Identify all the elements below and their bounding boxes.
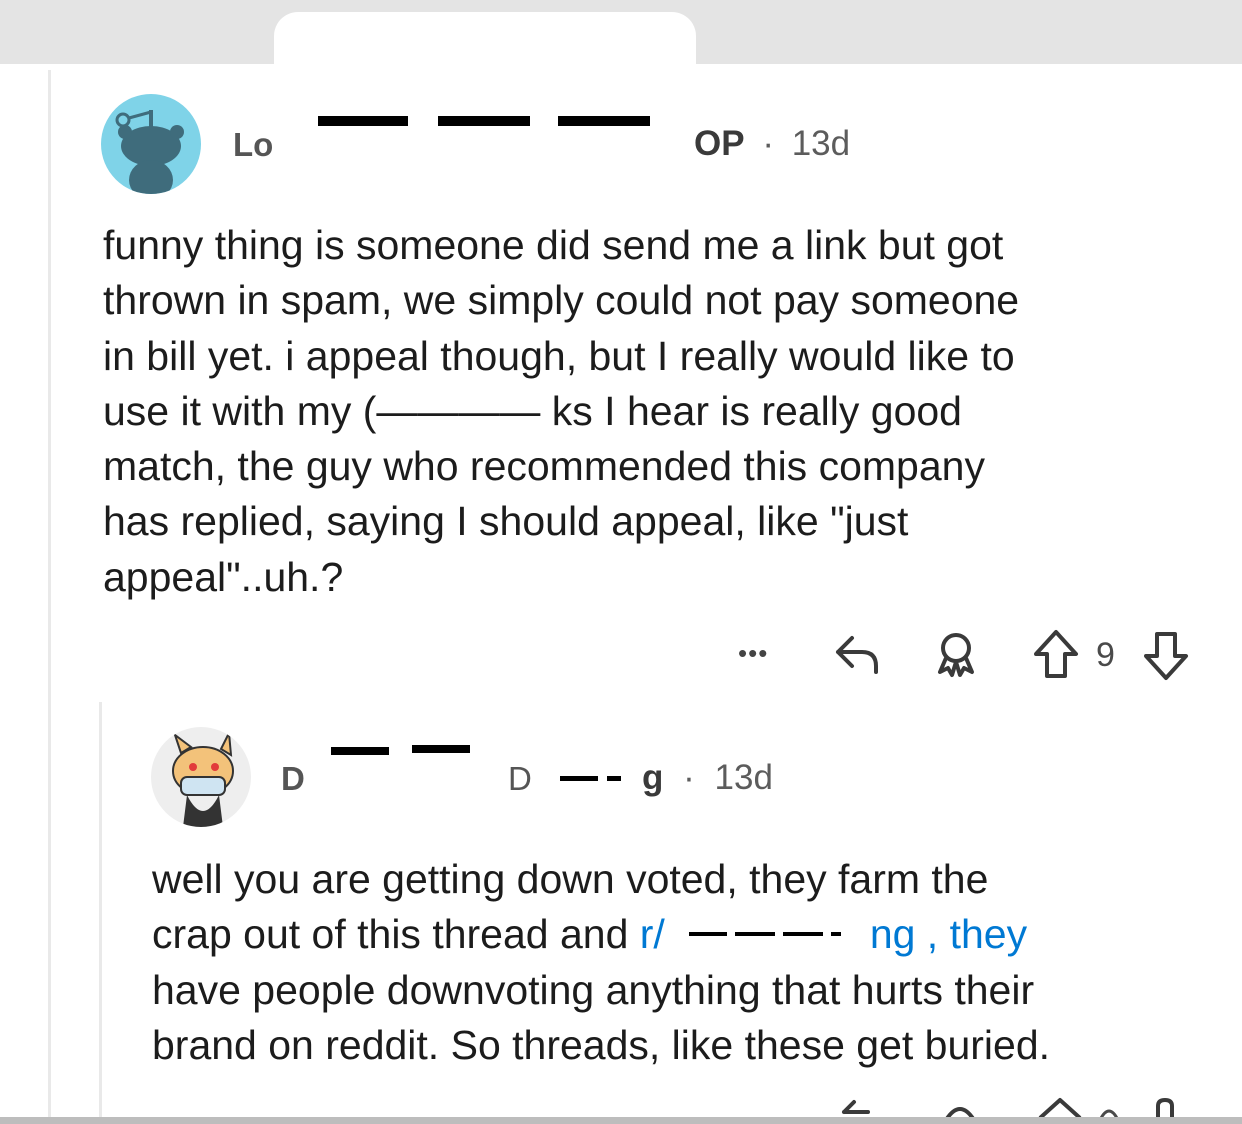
redaction-mark (558, 116, 650, 126)
body-line: match, the guy who recommended this comp… (103, 443, 985, 490)
redaction-mark (318, 116, 408, 126)
body-line: has replied, saying I should appeal, lik… (103, 498, 909, 545)
comment1-body: funny thing is someone did send me a lin… (103, 218, 1019, 605)
meta-separator: · (683, 758, 695, 797)
body-text-span: crap out of this thread and (152, 911, 640, 958)
doge-snoo-avatar[interactable] (151, 727, 251, 827)
downvote-icon[interactable] (1142, 630, 1190, 682)
bottom-bar (0, 1117, 1242, 1124)
comment2-flair: D (508, 760, 532, 797)
upvote-icon[interactable] (1032, 628, 1080, 680)
redaction-mark (438, 116, 530, 126)
body-line: well you are getting down voted, they fa… (152, 856, 989, 902)
comment2-meta: g · 13d (642, 758, 773, 798)
body-line: appeal"..uh.? (103, 553, 344, 600)
redaction-mark (412, 745, 470, 753)
snoo-avatar[interactable] (101, 94, 201, 194)
comment2-username[interactable]: D (281, 760, 305, 798)
vote-count: 9 (1096, 636, 1115, 674)
comment1-username[interactable]: Lo (233, 126, 273, 164)
thread-line[interactable] (48, 70, 51, 1124)
op-badge: OP (694, 124, 745, 163)
body-line: use it with my (———— ks I hear is really… (103, 387, 962, 434)
comment1-age: 13d (791, 124, 851, 163)
body-line: in bill yet. i appeal though, but I real… (103, 332, 1015, 379)
top-tab (274, 12, 696, 72)
subreddit-link[interactable]: r/ (640, 911, 665, 957)
body-line: thrown in spam, we simply could not pay … (103, 277, 1020, 324)
award-icon[interactable] (930, 628, 982, 680)
body-line: funny thing is someone did send me a lin… (103, 222, 1004, 268)
comment1-meta: OP · 13d (694, 124, 850, 164)
body-line: crap out of this thread and r/ng , they (152, 907, 1050, 962)
reply-thread-line[interactable] (99, 702, 102, 1124)
redaction-mark (331, 747, 389, 755)
redaction-mark (607, 776, 621, 781)
comment2-age: 13d (714, 758, 773, 797)
meta-separator: · (762, 124, 774, 163)
body-line: brand on reddit. So threads, like these … (152, 1021, 1051, 1068)
comment2-body: well you are getting down voted, they fa… (152, 852, 1050, 1073)
comment2-username-tail: g (642, 758, 664, 797)
more-icon[interactable]: ••• (738, 638, 768, 669)
subreddit-link-tail[interactable]: ng , they (870, 911, 1027, 957)
reply-icon[interactable] (832, 630, 882, 676)
redaction-mark (665, 895, 870, 950)
body-line: have people downvoting anything that hur… (152, 966, 1035, 1013)
redaction-mark (560, 776, 598, 781)
